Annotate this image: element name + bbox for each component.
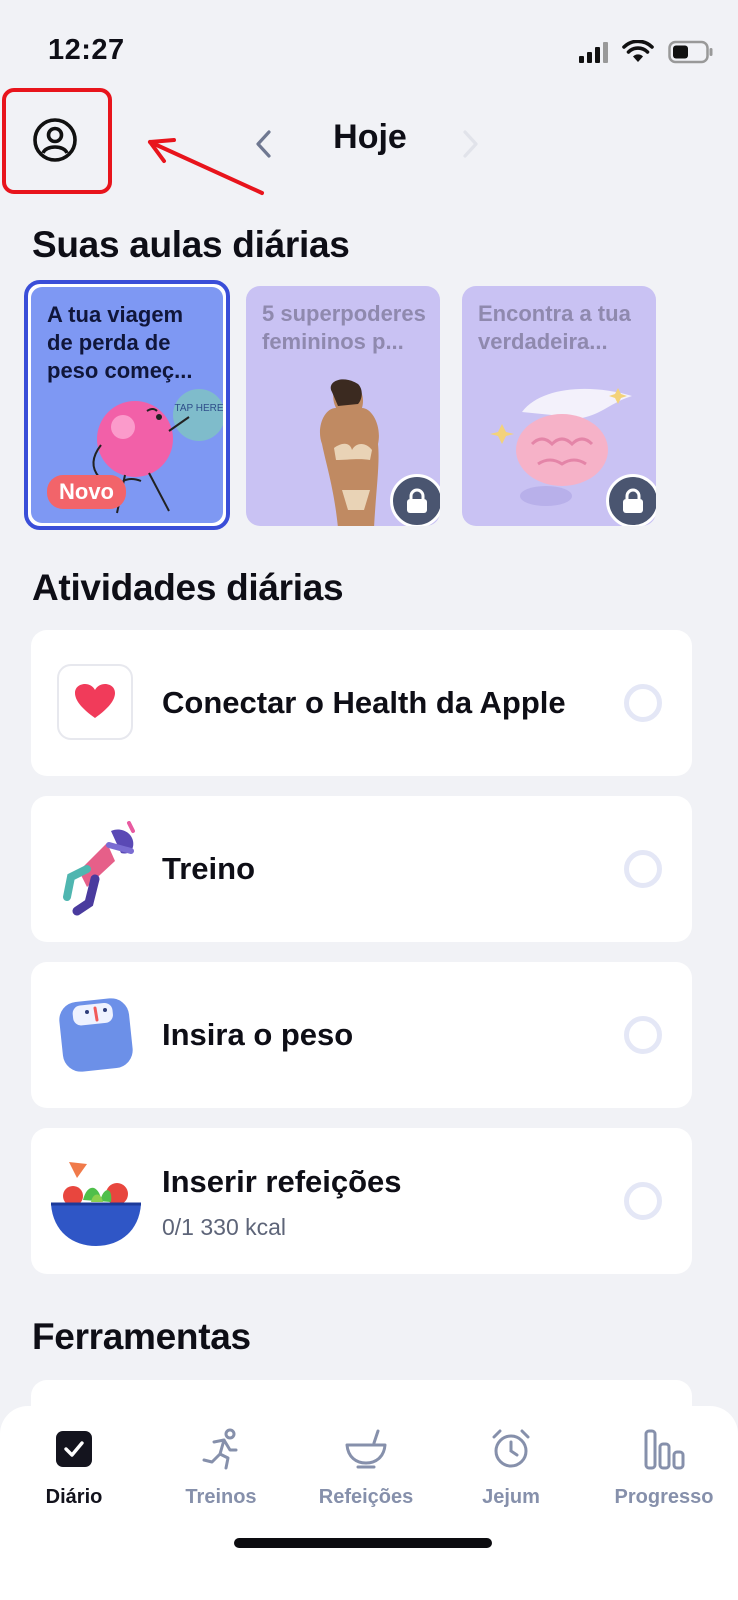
lesson-card-title: 5 superpoderes femininos p... — [262, 301, 426, 354]
tab-bar: Diário Treinos Refeições Jejum Progresso — [0, 1406, 738, 1600]
alarm-clock-icon — [492, 1429, 530, 1468]
scale-illustration-wrap — [57, 996, 135, 1074]
lessons-section-title: Suas aulas diárias — [32, 224, 350, 265]
activity-label: Conectar o Health da Apple — [162, 685, 566, 720]
previous-day-button[interactable] — [248, 124, 278, 164]
tap-here-sticker: TAP HERE — [174, 403, 223, 414]
completion-checkbox[interactable] — [624, 850, 662, 888]
running-icon — [202, 1428, 238, 1470]
activity-label: Inserir refeições — [162, 1164, 402, 1199]
tab-label: Treinos — [185, 1486, 257, 1508]
scale-illustration — [59, 998, 133, 1072]
home-indicator — [234, 1538, 492, 1548]
salad-bowl-illustration-wrap — [47, 1154, 145, 1252]
workout-illustration — [63, 821, 135, 916]
tab-progress[interactable]: Progresso — [590, 1418, 738, 1518]
activity-workout[interactable]: Treino — [31, 796, 692, 942]
tab-label: Refeições — [318, 1486, 414, 1508]
battery-icon — [668, 40, 713, 64]
lock-button[interactable] — [606, 474, 656, 526]
bar-chart-icon — [644, 1429, 685, 1470]
completion-checkbox[interactable] — [624, 684, 662, 722]
heart-icon — [75, 684, 115, 718]
tab-meals[interactable]: Refeições — [292, 1418, 440, 1518]
bowl-icon — [345, 1429, 387, 1469]
chevron-left-icon — [256, 130, 271, 158]
activity-label: Treino — [162, 851, 256, 886]
status-bar: 12:27 — [0, 0, 738, 100]
lock-icon — [623, 488, 643, 513]
new-badge: Novo — [47, 475, 126, 509]
lock-icon — [407, 488, 427, 513]
apple-health-tile — [57, 664, 133, 740]
profile-button[interactable] — [31, 116, 79, 164]
cellular-signal-icon — [579, 41, 608, 63]
next-day-button[interactable] — [456, 124, 486, 164]
salad-bowl-illustration — [51, 1162, 141, 1246]
workout-illustration-wrap — [49, 821, 145, 917]
lesson-card-title: Encontra a tua verdadeira... — [478, 301, 631, 354]
page-title: Hoje — [333, 118, 407, 156]
activity-weight[interactable]: Insira o peso — [31, 962, 692, 1108]
user-circle-icon — [33, 118, 77, 162]
activities-section-title: Atividades diárias — [32, 567, 344, 608]
activity-meals[interactable]: Inserir refeições 0/1 330 kcal — [31, 1128, 692, 1274]
header: Hoje — [0, 88, 738, 198]
tab-workouts[interactable]: Treinos — [147, 1418, 295, 1518]
lock-button[interactable] — [390, 474, 440, 526]
activity-label: Insira o peso — [162, 1017, 354, 1052]
diary-check-icon — [56, 1431, 92, 1467]
completion-checkbox[interactable] — [624, 1182, 662, 1220]
wifi-icon — [622, 40, 654, 62]
tab-diary[interactable]: Diário — [0, 1418, 148, 1518]
lesson-card-title: A tua viagem de perda de peso começ... — [47, 302, 193, 383]
lesson-card-2[interactable]: 5 superpoderes femininos p... — [246, 286, 440, 526]
lessons-carousel[interactable]: A tua viagem de perda de peso começ... T… — [24, 280, 738, 530]
status-icons — [579, 40, 714, 64]
tab-label: Jejum — [482, 1486, 540, 1508]
tab-label: Diário — [45, 1486, 103, 1508]
tab-label: Progresso — [614, 1486, 714, 1508]
calorie-progress-text: 0/1 330 kcal — [162, 1214, 287, 1240]
status-time: 12:27 — [48, 34, 125, 66]
tools-section-title: Ferramentas — [32, 1316, 251, 1357]
activity-apple-health[interactable]: Conectar o Health da Apple — [31, 630, 692, 776]
completion-checkbox[interactable] — [624, 1016, 662, 1054]
chevron-right-icon — [463, 130, 478, 158]
lesson-card-1[interactable]: A tua viagem de perda de peso começ... T… — [24, 280, 230, 530]
tab-fasting[interactable]: Jejum — [437, 1418, 585, 1518]
lesson-card-3[interactable]: Encontra a tua verdadeira... — [462, 286, 656, 526]
